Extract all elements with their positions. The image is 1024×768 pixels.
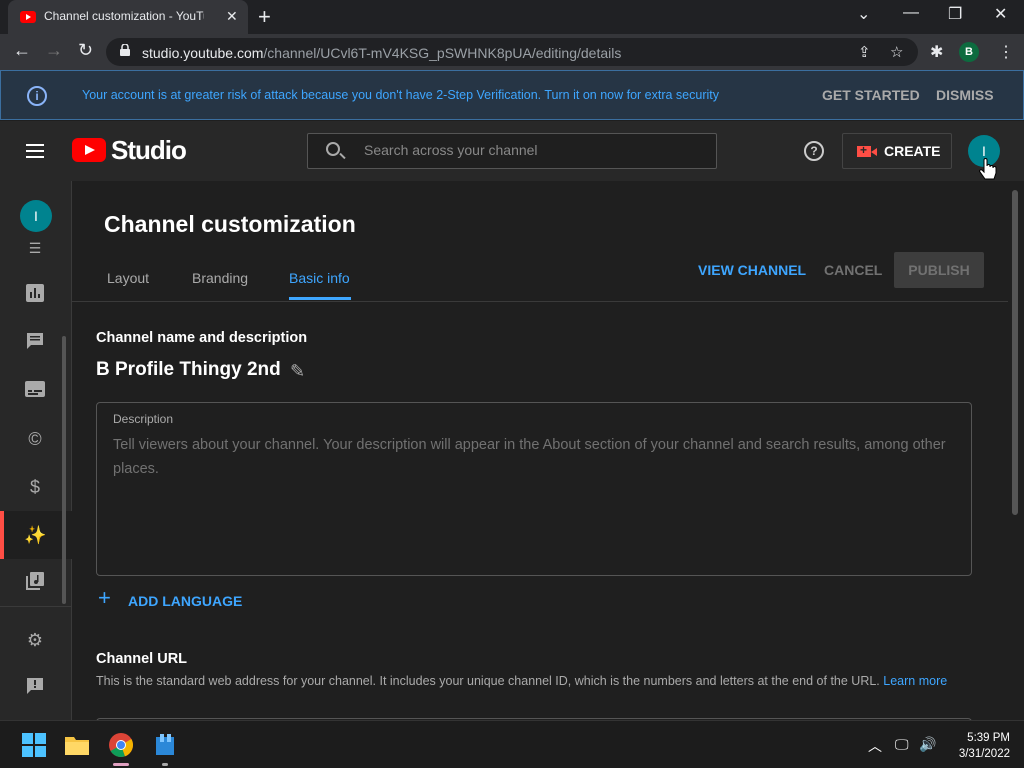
clock-time: 5:39 PM bbox=[967, 732, 1010, 744]
tab-basic-info[interactable]: Basic info bbox=[289, 270, 350, 286]
customization-icon[interactable]: ✨ bbox=[24, 524, 46, 546]
file-explorer-icon[interactable] bbox=[63, 731, 91, 759]
channel-name: B Profile Thingy 2nd bbox=[96, 359, 281, 380]
browser-profile-avatar[interactable]: B bbox=[959, 42, 979, 62]
volume-icon[interactable]: 🔊 bbox=[919, 736, 936, 753]
sidebar-scrollbar[interactable] bbox=[62, 336, 66, 604]
main-scrollbar[interactable] bbox=[1012, 190, 1018, 515]
bookmark-star-icon[interactable]: ☆ bbox=[890, 43, 903, 61]
clock-date: 3/31/2022 bbox=[958, 748, 1010, 760]
restore-icon[interactable]: ❐ bbox=[948, 4, 962, 24]
studio-logo-text[interactable]: Studio bbox=[111, 135, 187, 166]
tab-title: Channel customization - YouTube bbox=[44, 9, 204, 23]
network-icon[interactable]: 🖵 bbox=[895, 736, 909, 753]
taskbar: ︿ 🖵 🔊 5:39 PM 3/31/2022 bbox=[0, 720, 1024, 768]
sidebar: I ☰ © $ ✨ ⚙ bbox=[0, 181, 72, 720]
browser-tab[interactable]: Channel customization - YouTube ✕ bbox=[8, 0, 248, 34]
forward-icon[interactable]: → bbox=[45, 40, 63, 61]
chrome-icon[interactable] bbox=[107, 731, 135, 759]
browser-menu-icon[interactable]: ⋮ bbox=[998, 42, 1014, 62]
description-field[interactable]: Description bbox=[96, 402, 972, 576]
publish-button[interactable]: PUBLISH bbox=[894, 252, 984, 288]
minimize-icon[interactable]: — bbox=[903, 4, 919, 22]
new-tab-icon[interactable]: + bbox=[258, 4, 271, 30]
active-tab-indicator bbox=[289, 297, 351, 300]
browser-tabstrip: Channel customization - YouTube ✕ + ⌄ — … bbox=[0, 0, 1024, 34]
address-bar[interactable]: studio.youtube.com/channel/UCvl6T-mV4KSG… bbox=[106, 38, 918, 66]
description-label: Description bbox=[113, 412, 174, 426]
snipping-running-indicator bbox=[162, 763, 168, 766]
view-channel-button[interactable]: VIEW CHANNEL bbox=[698, 262, 806, 278]
tray-chevron-icon[interactable]: ︿ bbox=[868, 736, 882, 756]
channel-name-section-title: Channel name and description bbox=[96, 330, 308, 346]
youtube-logo-icon[interactable] bbox=[72, 138, 106, 162]
comments-icon[interactable] bbox=[24, 332, 46, 354]
clock[interactable]: 5:39 PM 3/31/2022 bbox=[940, 730, 1010, 762]
subtitles-icon[interactable] bbox=[24, 380, 46, 402]
page-title: Channel customization bbox=[104, 211, 356, 237]
studio-header: Studio ? CREATE I bbox=[0, 121, 1024, 181]
learn-more-link[interactable]: Learn more bbox=[883, 674, 947, 688]
edit-pencil-icon[interactable]: ✎ bbox=[290, 361, 305, 382]
create-video-icon bbox=[857, 143, 877, 157]
chrome-active-indicator bbox=[113, 763, 129, 766]
content-icon[interactable]: ☰ bbox=[24, 237, 46, 259]
tab-layout[interactable]: Layout bbox=[107, 270, 149, 286]
youtube-favicon-icon bbox=[20, 11, 36, 23]
analytics-icon[interactable] bbox=[24, 284, 46, 306]
url-text: studio.youtube.com/channel/UCvl6T-mV4KSG… bbox=[142, 45, 622, 61]
security-banner: i Your account is at greater risk of att… bbox=[0, 70, 1024, 120]
feedback-icon[interactable] bbox=[24, 677, 46, 699]
lock-icon bbox=[120, 44, 130, 56]
audio-library-icon[interactable] bbox=[24, 572, 46, 594]
create-label: CREATE bbox=[884, 143, 941, 159]
earn-icon[interactable]: $ bbox=[24, 476, 46, 498]
extensions-icon[interactable]: ✱ bbox=[930, 42, 943, 62]
snipping-tool-icon[interactable] bbox=[152, 731, 180, 759]
back-icon[interactable]: ← bbox=[13, 40, 31, 61]
plus-icon: + bbox=[98, 585, 111, 610]
description-input[interactable] bbox=[113, 433, 953, 493]
main-content: Channel customization Layout Branding Ba… bbox=[72, 181, 1024, 720]
search-input[interactable] bbox=[364, 142, 704, 158]
help-icon[interactable]: ? bbox=[804, 141, 824, 161]
tab-branding[interactable]: Branding bbox=[192, 270, 248, 286]
search-box[interactable] bbox=[307, 133, 717, 169]
tab-close-icon[interactable]: ✕ bbox=[226, 8, 238, 25]
dismiss-button[interactable]: DISMISS bbox=[936, 87, 994, 103]
info-icon: i bbox=[27, 86, 47, 106]
search-icon bbox=[326, 142, 340, 156]
channel-url-section-title: Channel URL bbox=[96, 651, 188, 667]
sidebar-divider bbox=[0, 606, 72, 607]
banner-message: Your account is at greater risk of attac… bbox=[82, 88, 719, 102]
sidebar-channel-avatar[interactable]: I bbox=[20, 200, 52, 232]
browser-toolbar: ← → ↻ studio.youtube.com/channel/UCvl6T-… bbox=[0, 34, 1024, 70]
cancel-button[interactable]: CANCEL bbox=[824, 262, 882, 278]
menu-icon[interactable] bbox=[26, 144, 44, 158]
settings-icon[interactable]: ⚙ bbox=[24, 629, 46, 651]
channel-url-description: This is the standard web address for you… bbox=[96, 674, 948, 688]
copyright-icon[interactable]: © bbox=[24, 428, 46, 450]
create-button[interactable]: CREATE bbox=[842, 133, 952, 169]
tab-search-icon[interactable]: ⌄ bbox=[857, 4, 870, 24]
close-window-icon[interactable]: ✕ bbox=[994, 4, 1007, 24]
add-language-label: ADD LANGUAGE bbox=[128, 593, 243, 609]
share-icon[interactable]: ⇪ bbox=[858, 43, 871, 61]
windows-start-icon[interactable] bbox=[20, 731, 48, 759]
reload-icon[interactable]: ↻ bbox=[78, 40, 93, 61]
get-started-button[interactable]: GET STARTED bbox=[822, 87, 920, 103]
